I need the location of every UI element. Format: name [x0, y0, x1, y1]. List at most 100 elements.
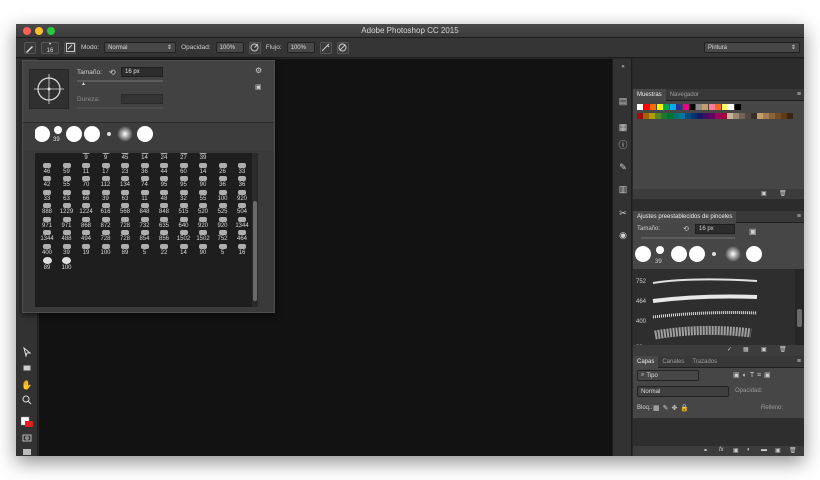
- brush-preset-item[interactable]: 616: [97, 203, 115, 217]
- brush-preset-item[interactable]: 46: [38, 162, 56, 177]
- brush-preset-item[interactable]: 525: [214, 203, 232, 217]
- brush-preset-item[interactable]: 11: [136, 189, 154, 204]
- color-swatch[interactable]: [781, 113, 787, 119]
- brush-preset-item[interactable]: 24: [155, 153, 173, 163]
- brush-preset-item[interactable]: 9: [97, 153, 115, 163]
- brush-preset-item[interactable]: 1229: [58, 203, 76, 217]
- color-swatch[interactable]: [679, 113, 685, 119]
- color-swatch[interactable]: [682, 104, 689, 110]
- reset-size-icon[interactable]: ⟲: [109, 68, 116, 77]
- color-swatch[interactable]: [643, 113, 649, 119]
- color-swatch[interactable]: [734, 104, 741, 110]
- brush-presets-title[interactable]: Ajustes preestablecidos de pinceles: [633, 210, 737, 223]
- color-swatch[interactable]: [637, 113, 643, 119]
- brush-preset-item[interactable]: 752: [214, 230, 232, 244]
- mode-dropdown[interactable]: Normal ⇕: [104, 42, 177, 53]
- mask-icon[interactable]: ▣: [733, 447, 739, 454]
- brush-preset-item[interactable]: 971: [38, 216, 56, 231]
- color-swatch[interactable]: [763, 113, 769, 119]
- brush-preset-item[interactable]: 11: [77, 162, 95, 177]
- brush-preset-item[interactable]: 59: [58, 162, 76, 177]
- brush-preset-item[interactable]: 848: [136, 203, 154, 217]
- brush-preset-item[interactable]: 848: [155, 203, 173, 217]
- brush-preset-item[interactable]: 63: [58, 189, 76, 204]
- tab-paths[interactable]: Trazados: [688, 356, 721, 368]
- brush-preset-item[interactable]: 23: [116, 162, 134, 177]
- flow-field[interactable]: 100%: [286, 42, 315, 53]
- actions-icon[interactable]: ▦: [617, 121, 629, 133]
- brush-preset-item[interactable]: 27: [175, 153, 193, 163]
- color-swatch[interactable]: [733, 113, 739, 119]
- gear-icon[interactable]: ⚙: [255, 66, 262, 75]
- toggle-brush-panel-icon[interactable]: ✓: [727, 346, 732, 353]
- brush-preset-item[interactable]: 854: [136, 230, 154, 244]
- color-swatch[interactable]: [769, 113, 775, 119]
- hardness-slider[interactable]: [77, 107, 163, 109]
- link-icon[interactable]: ⚭: [703, 447, 708, 454]
- brush-preset-item[interactable]: 9: [77, 153, 95, 163]
- brush-preset-item[interactable]: 55: [58, 176, 76, 190]
- size-input[interactable]: 16 px: [121, 67, 163, 77]
- brush-preset-item[interactable]: 16: [233, 243, 251, 258]
- brush-preset-item[interactable]: 728: [97, 230, 115, 244]
- color-swatch[interactable]: [727, 113, 733, 119]
- reset-size-icon[interactable]: ⟲: [683, 225, 689, 233]
- brush-tool-preset-picker[interactable]: [24, 41, 36, 54]
- tab-navigator[interactable]: Navegador: [666, 89, 703, 101]
- airbrush-button[interactable]: [319, 41, 332, 54]
- brush-preset-item[interactable]: 640: [175, 216, 193, 231]
- brush-preset-item[interactable]: 44: [155, 162, 173, 177]
- color-swatch[interactable]: [708, 104, 715, 110]
- tab-layers[interactable]: Capas: [633, 355, 659, 368]
- color-swatch[interactable]: [728, 104, 734, 110]
- brush-preset-item[interactable]: 868: [77, 216, 95, 231]
- size-slider[interactable]: [77, 80, 163, 82]
- new-swatch-icon[interactable]: ▣: [761, 190, 767, 197]
- color-swatch[interactable]: [691, 113, 697, 119]
- screen-mode-icon[interactable]: [21, 447, 33, 456]
- color-swatch[interactable]: [715, 113, 721, 119]
- blend-mode-dropdown[interactable]: Normal: [637, 386, 729, 397]
- brush-preset-item[interactable]: 33: [233, 162, 251, 177]
- brush-preset-item[interactable]: 39: [194, 153, 212, 163]
- color-swatch[interactable]: [745, 113, 751, 119]
- brush-preset-item[interactable]: 32: [175, 189, 193, 204]
- brush-preset-item[interactable]: 14: [194, 162, 212, 177]
- color-swatch[interactable]: [721, 113, 727, 119]
- brush-preset-item[interactable]: 42: [38, 176, 56, 190]
- hardness-input[interactable]: [121, 94, 163, 104]
- presets-scroll-thumb[interactable]: [797, 309, 802, 327]
- pressure-size-button[interactable]: [336, 41, 349, 54]
- color-swatch[interactable]: [703, 113, 709, 119]
- brush-preset-item[interactable]: 39: [58, 243, 76, 258]
- brush-preset-item[interactable]: 90: [194, 176, 212, 190]
- brush-preset-item[interactable]: 920: [194, 216, 212, 231]
- brush-preset-item[interactable]: 728: [116, 216, 134, 231]
- brush-preset-item[interactable]: 732: [136, 216, 154, 231]
- new-preset-icon[interactable]: ▣: [761, 346, 767, 353]
- brush-preset-item[interactable]: 400: [38, 243, 56, 258]
- brush-preset-item[interactable]: 74: [136, 176, 154, 190]
- brush-preset-item[interactable]: 520: [194, 203, 212, 217]
- brush-preset-item[interactable]: 1502: [194, 230, 212, 244]
- opacity-field[interactable]: 100%: [215, 42, 244, 53]
- color-swatch[interactable]: [757, 113, 763, 119]
- size-slider-thumb[interactable]: ▲: [81, 81, 86, 87]
- info-icon[interactable]: ⓘ: [617, 139, 629, 151]
- brush-preset-item[interactable]: 19: [77, 243, 95, 258]
- color-swatch[interactable]: [655, 113, 661, 119]
- layer-filter-dropdown[interactable]: ⌕ Tipo: [637, 370, 699, 381]
- color-swatch[interactable]: [637, 104, 643, 110]
- brush-grid-scrollbar[interactable]: [252, 153, 258, 307]
- color-swatch[interactable]: [697, 113, 703, 119]
- preset-size-input[interactable]: 16 px: [695, 224, 735, 234]
- brush-preset-item[interactable]: 134: [116, 176, 134, 190]
- color-swatch[interactable]: [667, 113, 673, 119]
- brush-preset-item[interactable]: 95: [155, 176, 173, 190]
- grid-view-icon[interactable]: ▦: [743, 346, 749, 353]
- brush-preset-item[interactable]: 55: [194, 189, 212, 204]
- brush-preset-item[interactable]: 568: [116, 203, 134, 217]
- clone-source-icon[interactable]: ✂: [617, 207, 629, 219]
- brush-preset-item[interactable]: 48: [155, 189, 173, 204]
- brush-preset-item[interactable]: 888: [38, 203, 56, 217]
